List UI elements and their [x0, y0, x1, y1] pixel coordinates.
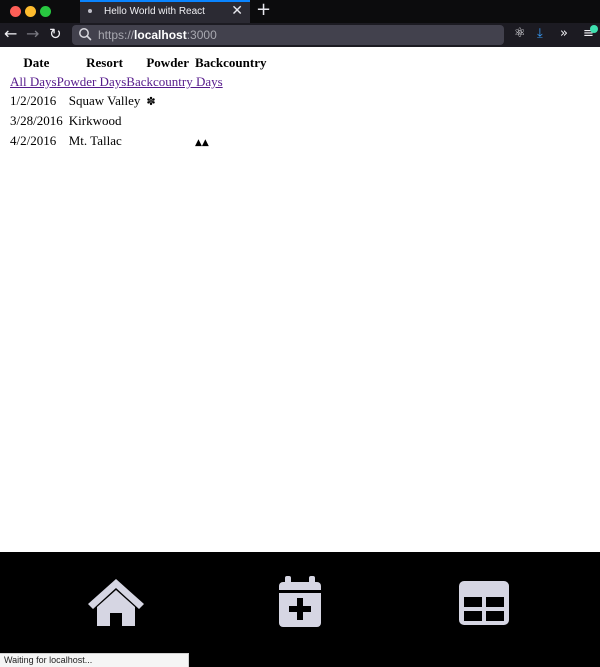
- update-badge-icon: [590, 25, 598, 33]
- react-devtools-icon[interactable]: ⚛: [514, 26, 526, 41]
- row-date: 1/2/2016: [10, 93, 57, 108]
- reload-button[interactable]: ↻: [49, 25, 62, 43]
- table-row: 3/28/2016 Kirkwood: [8, 112, 268, 130]
- ski-days-table: Date Resort Powder Backcountry All DaysP…: [6, 52, 270, 152]
- download-icon[interactable]: ⤓: [537, 26, 543, 41]
- header-powder: Powder: [146, 55, 189, 70]
- row-backcountry: [193, 112, 269, 130]
- browser-tab[interactable]: Hello World with React ✕: [80, 0, 250, 23]
- table-row: 1/2/2016 Squaw Valley ✽: [8, 92, 268, 110]
- filter-row: All DaysPowder DaysBackcountry Days: [8, 74, 268, 90]
- page-content: Date Resort Powder Backcountry All DaysP…: [0, 47, 600, 552]
- bottom-nav: [0, 552, 600, 667]
- snowflake-icon: ✽: [146, 95, 156, 108]
- back-button[interactable]: ←: [4, 24, 17, 43]
- row-date: 4/2/2016: [10, 133, 57, 148]
- row-powder: ✽: [144, 92, 191, 110]
- table-header-row: Date Resort Powder Backcountry: [8, 54, 268, 72]
- new-tab-button[interactable]: +: [256, 0, 271, 20]
- row-resort: Squaw Valley: [68, 93, 141, 108]
- row-resort: Kirkwood: [68, 113, 122, 128]
- url-port: :3000: [186, 28, 217, 42]
- row-powder: [144, 112, 191, 130]
- maximize-window-button[interactable]: [40, 6, 51, 17]
- header-resort: Resort: [86, 55, 123, 70]
- url-text: https://localhost:3000: [98, 28, 217, 42]
- tab-favicon-icon: [88, 9, 92, 13]
- minimize-window-button[interactable]: [25, 6, 36, 17]
- home-icon[interactable]: [86, 576, 146, 630]
- url-scheme: https://: [98, 28, 135, 42]
- row-backcountry: [193, 92, 269, 110]
- row-backcountry: ▲▲: [193, 132, 269, 150]
- address-bar[interactable]: https://localhost:3000: [72, 25, 504, 45]
- status-text: Waiting for localhost...: [4, 655, 93, 665]
- filter-links: All DaysPowder DaysBackcountry Days: [8, 74, 268, 90]
- url-host: localhost: [134, 28, 187, 42]
- row-date: 3/28/2016: [10, 113, 63, 128]
- calendar-plus-icon[interactable]: [270, 576, 330, 630]
- header-backcountry: Backcountry: [194, 55, 267, 70]
- row-resort: Mt. Tallac: [68, 133, 122, 148]
- table-icon[interactable]: [454, 576, 514, 630]
- tab-title: Hello World with React: [104, 6, 205, 17]
- search-icon: [79, 28, 92, 41]
- filter-backcountry-days-link[interactable]: Backcountry Days: [126, 74, 222, 89]
- tab-close-icon[interactable]: ✕: [231, 3, 243, 19]
- filter-all-days-link[interactable]: All Days: [10, 74, 57, 89]
- overflow-menu-icon[interactable]: »: [560, 26, 568, 41]
- row-powder: [144, 132, 191, 150]
- table-row: 4/2/2016 Mt. Tallac ▲▲: [8, 132, 268, 150]
- browser-titlebar: Hello World with React ✕ +: [0, 0, 600, 23]
- filter-powder-days-link[interactable]: Powder Days: [57, 74, 127, 89]
- browser-toolbar: ← → ↻ https://localhost:3000 ⚛ ⤓ » ≡: [0, 23, 600, 47]
- mountain-icon: ▲▲: [194, 138, 209, 148]
- status-bar: Waiting for localhost...: [0, 653, 189, 667]
- header-date: Date: [23, 55, 50, 70]
- forward-button[interactable]: →: [26, 24, 39, 43]
- close-window-button[interactable]: [10, 6, 21, 17]
